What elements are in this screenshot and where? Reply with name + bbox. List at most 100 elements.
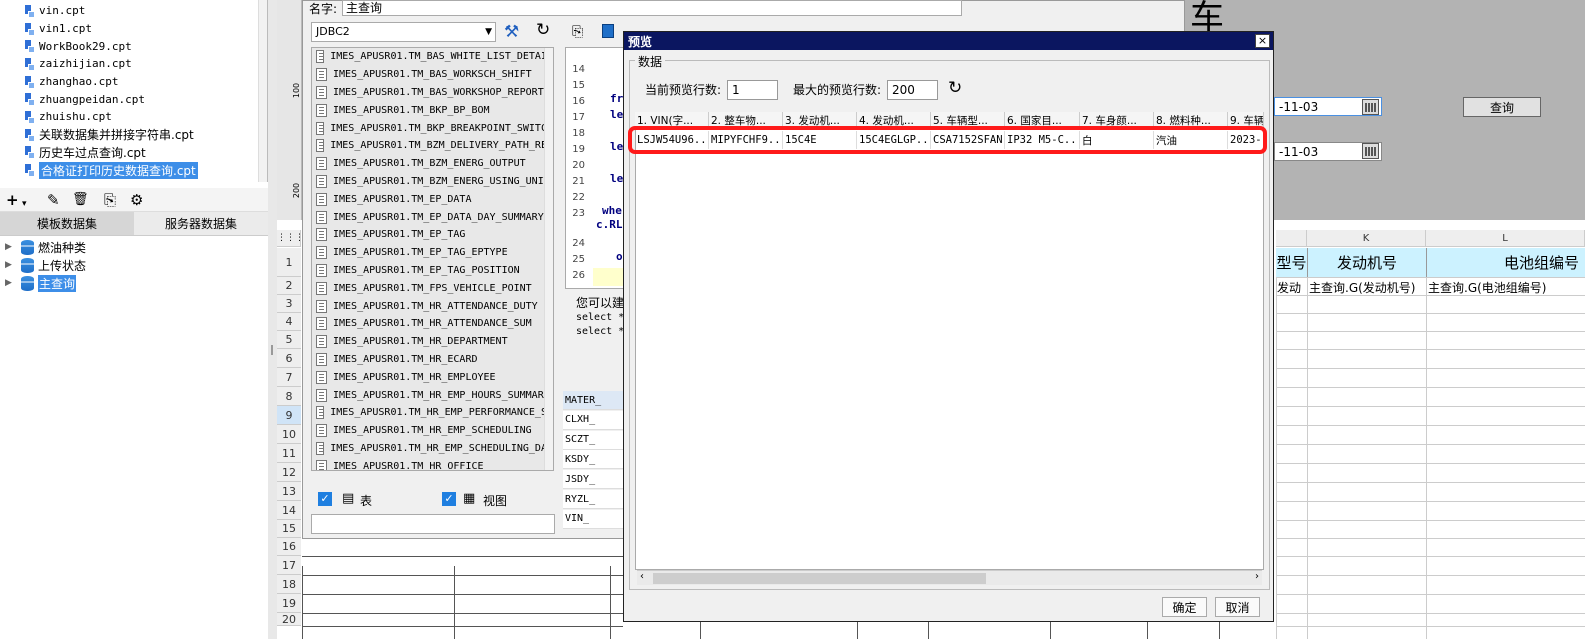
edit-icon[interactable]: ✎ bbox=[47, 192, 60, 208]
file-item[interactable]: 关联数据集并拼接字符串.cpt bbox=[0, 126, 267, 144]
table-item[interactable]: IMES_APUSR01.TM_EP_DATA_DAY_SUMMARY bbox=[312, 208, 553, 226]
dataset-name-input[interactable]: 主查询 bbox=[342, 0, 962, 16]
chevron-right-icon[interactable]: ▶ bbox=[5, 260, 15, 270]
query-button[interactable]: 查询 bbox=[1463, 97, 1541, 117]
row-header[interactable]: 19 bbox=[277, 594, 301, 613]
table-item[interactable]: IMES_APUSR01.TM_HR_EMP_SCHEDULING_DAY bbox=[312, 439, 553, 458]
tab-template-datasets[interactable]: 模板数据集 bbox=[0, 212, 134, 235]
add-icon[interactable]: + bbox=[6, 192, 19, 208]
field-item[interactable]: RYZL_ bbox=[563, 490, 625, 509]
preview-horizontal-scrollbar[interactable]: ‹ › bbox=[637, 570, 1262, 585]
field-item[interactable]: VIN_ bbox=[563, 509, 625, 529]
table-item[interactable]: IMES_APUSR01.TM_HR_ATTENDANCE_DUTY bbox=[312, 297, 553, 315]
cell-model-value[interactable]: 发动 bbox=[1277, 279, 1306, 296]
row-header[interactable]: 1 bbox=[277, 248, 301, 277]
table-item[interactable]: IMES_APUSR01.TM_EP_TAG_POSITION bbox=[312, 261, 553, 280]
row-header[interactable]: 8 bbox=[277, 387, 301, 406]
panel-splitter[interactable] bbox=[268, 0, 277, 639]
table-item[interactable]: IMES_APUSR01.TM_HR_EMP_SCHEDULING bbox=[312, 421, 553, 440]
row-header[interactable]: 17 bbox=[277, 556, 301, 575]
file-tree[interactable]: vin.cpt vin1.cpt WorkBook29.cpt zaizhijian.… bbox=[0, 0, 268, 182]
max-rows-input[interactable]: 200 bbox=[887, 80, 938, 100]
cell-engine-value[interactable]: 主查询.G(发动机号) bbox=[1309, 279, 1425, 296]
table-item[interactable]: IMES_APUSR01.TM_BKP_BP_BOM bbox=[312, 101, 553, 120]
table-item[interactable]: IMES_APUSR01.TM_BZM_DELIVERY_PATH_REC bbox=[312, 136, 553, 155]
table-item[interactable]: IMES_APUSR01.TM_EP_TAG_EPTYPE bbox=[312, 243, 553, 262]
file-tree-scrollbar[interactable] bbox=[258, 0, 267, 182]
dataset-item[interactable]: ▶ 上传状态 bbox=[0, 256, 268, 274]
ok-button[interactable]: 确定 bbox=[1162, 597, 1207, 617]
table-item[interactable]: IMES_APUSR01.TM_BAS_WORKSHOP_REPORT bbox=[312, 83, 553, 102]
refresh-icon[interactable]: ↻ bbox=[536, 20, 550, 40]
sheet-corner[interactable]: ⋮⋮⋮ bbox=[277, 230, 304, 247]
properties-icon[interactable]: ⚙ bbox=[130, 192, 143, 208]
current-rows-input[interactable]: 1 bbox=[727, 80, 778, 100]
row-header[interactable]: 3 bbox=[277, 295, 301, 313]
calendar-icon[interactable] bbox=[1362, 143, 1379, 159]
file-item[interactable]: 历史车过点查询.cpt bbox=[0, 144, 267, 162]
preview-query-icon[interactable]: ⎘ bbox=[572, 24, 583, 40]
table-item[interactable]: IMES_APUSR01.TM_EP_DATA bbox=[312, 190, 553, 209]
file-item[interactable]: vin1.cpt bbox=[0, 20, 267, 38]
field-item[interactable]: SCZT_ bbox=[563, 430, 625, 450]
chevron-right-icon[interactable]: ▶ bbox=[5, 242, 15, 252]
cell-battery-header[interactable]: 电池组编号 bbox=[1426, 248, 1585, 277]
table-item[interactable]: IMES_APUSR01.TM_BAS_WORKSCH_SHIFT bbox=[312, 65, 553, 84]
file-item[interactable]: zhuishu.cpt bbox=[0, 108, 267, 126]
close-button[interactable]: × bbox=[1255, 34, 1270, 48]
field-item[interactable]: KSDY_ bbox=[563, 450, 625, 470]
cell-battery-value[interactable]: 主查询.G(电池组编号) bbox=[1428, 279, 1584, 296]
dataset-tree[interactable]: ▶ 燃油种类 ▶ 上传状态 ▶ 主查询 bbox=[0, 236, 268, 639]
file-item[interactable]: zhuangpeidan.cpt bbox=[0, 90, 267, 108]
row-header[interactable]: 14 bbox=[277, 501, 301, 520]
row-header[interactable]: 10 bbox=[277, 425, 301, 444]
row-header[interactable]: 2 bbox=[277, 277, 301, 295]
calendar-icon[interactable] bbox=[1362, 99, 1379, 115]
row-header[interactable]: 20 bbox=[277, 613, 301, 626]
scroll-right-icon[interactable]: › bbox=[1255, 571, 1259, 582]
table-item[interactable]: IMES_APUSR01.TM_BZM_ENERG_OUTPUT bbox=[312, 154, 553, 173]
chevron-right-icon[interactable]: ▶ bbox=[5, 278, 15, 288]
save-icon[interactable] bbox=[602, 24, 614, 38]
table-item[interactable]: IMES_APUSR01.TM_BKP_BREAKPOINT_SWITCH bbox=[312, 119, 553, 137]
row-header[interactable]: 15 bbox=[277, 520, 301, 538]
scroll-left-icon[interactable]: ‹ bbox=[640, 571, 644, 582]
table-list-scrollbar[interactable] bbox=[544, 48, 553, 470]
table-item[interactable]: IMES_APUSR01.TM_HR_ECARD bbox=[312, 350, 553, 369]
cell-engine-header[interactable]: 发动机号 bbox=[1307, 248, 1426, 277]
table-item[interactable]: IMES_APUSR01.TM_HR_DEPARTMENT bbox=[312, 332, 553, 351]
field-item[interactable]: MATER_ bbox=[563, 391, 625, 410]
table-item[interactable]: IMES_APUSR01.TM_HR_ATTENDANCE_SUM bbox=[312, 314, 553, 333]
file-item[interactable]: zhanghao.cpt bbox=[0, 73, 267, 91]
column-header-k[interactable]: K bbox=[1307, 230, 1426, 247]
connect-tool-icon[interactable]: ⚒ bbox=[504, 22, 519, 42]
table-search-input[interactable] bbox=[311, 514, 555, 534]
file-item[interactable]: vin.cpt bbox=[0, 2, 267, 20]
column-header-j[interactable] bbox=[1276, 230, 1307, 247]
row-header[interactable]: 7 bbox=[277, 368, 301, 387]
table-checkbox[interactable]: ✓ bbox=[318, 492, 332, 506]
add-caret-icon[interactable]: ▾ bbox=[22, 196, 27, 212]
table-item[interactable]: IMES_APUSR01.TM_HR_EMPLOYEE bbox=[312, 368, 553, 387]
connection-select[interactable]: JDBC2 ▼ bbox=[311, 22, 496, 42]
file-item[interactable]: zaizhijian.cpt bbox=[0, 55, 267, 73]
delete-icon[interactable]: 🗑 bbox=[72, 192, 89, 208]
table-item[interactable]: IMES_APUSR01.TM_BZM_ENERG_USING_UNIT bbox=[312, 172, 553, 191]
row-header[interactable]: 5 bbox=[277, 331, 301, 349]
row-header[interactable]: 18 bbox=[277, 575, 301, 594]
dataset-item[interactable]: ▶ 燃油种类 bbox=[0, 238, 268, 256]
preview-title-bar[interactable]: 预览 bbox=[624, 32, 1273, 50]
table-item[interactable]: IMES_APUSR01.TM_HR_EMP_PERFORMANCE_ST bbox=[312, 403, 553, 422]
cancel-button[interactable]: 取消 bbox=[1215, 597, 1260, 617]
preview-icon[interactable]: ⎘ bbox=[104, 192, 116, 208]
row-header[interactable]: 9 bbox=[277, 406, 301, 425]
file-item[interactable]: 合格证打印历史数据查询.cpt bbox=[0, 161, 267, 179]
column-header-l[interactable]: L bbox=[1426, 230, 1585, 247]
table-item[interactable]: IMES_APUSR01.TM_HR_OFFICE bbox=[312, 457, 553, 470]
dataset-item[interactable]: ▶ 主查询 bbox=[0, 274, 268, 292]
table-item[interactable]: IMES_APUSR01.TM_EP_TAG bbox=[312, 225, 553, 244]
scroll-thumb[interactable] bbox=[653, 573, 986, 584]
field-item[interactable]: CLXH_ bbox=[563, 410, 625, 430]
cell-model-header[interactable]: 型号 bbox=[1276, 248, 1307, 277]
table-list[interactable]: IMES_APUSR01.TM_BAS_WHITE_LIST_DETAIL IME… bbox=[311, 47, 554, 471]
